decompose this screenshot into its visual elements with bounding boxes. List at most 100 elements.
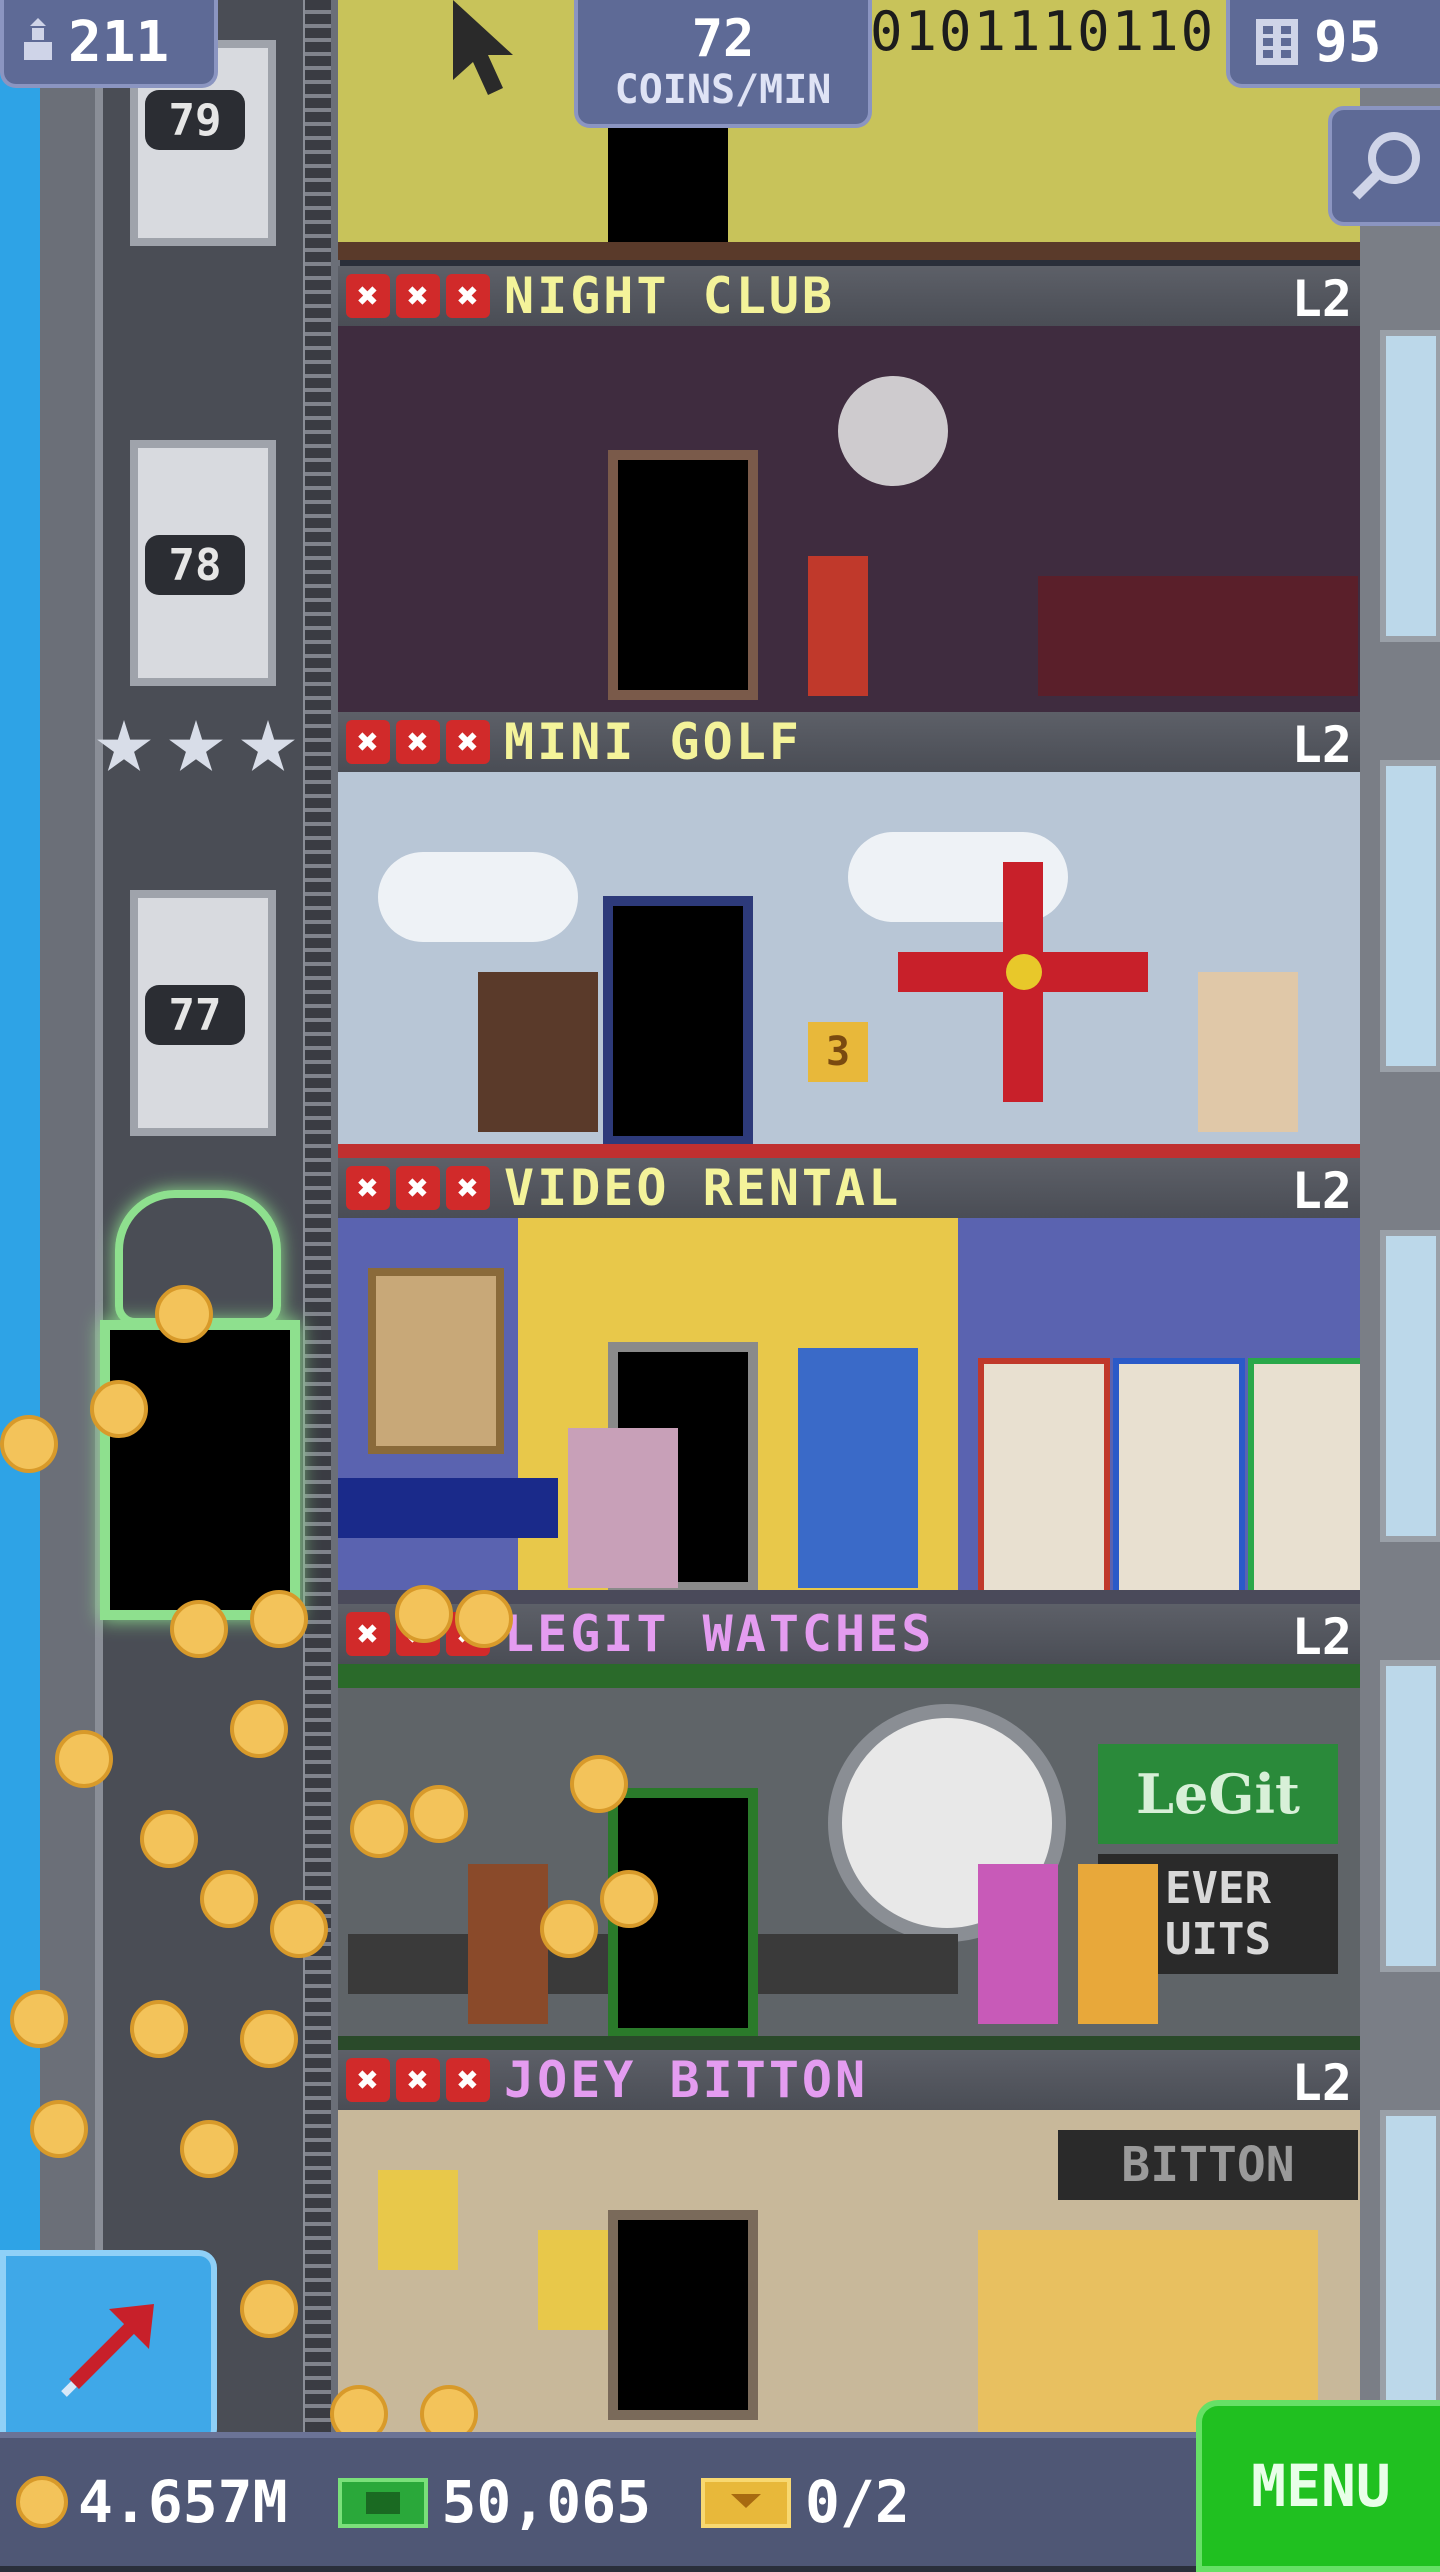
bitizen[interactable]	[478, 972, 598, 1132]
menu-button[interactable]: MENU	[1196, 2400, 1440, 2572]
door	[608, 450, 758, 700]
floor-header[interactable]: ✖ ✖ ✖ VIDEO RENTAL L2	[338, 1158, 1360, 1220]
bux-display[interactable]: 50,065	[337, 2468, 652, 2536]
window	[1380, 330, 1440, 642]
x-mark-icon: ✖	[446, 1612, 490, 1656]
stock-marks: ✖ ✖ ✖	[346, 2058, 490, 2102]
bux-value: 50,065	[441, 2468, 652, 2536]
window	[1380, 1660, 1440, 1972]
x-mark-icon: ✖	[396, 2058, 440, 2102]
legit-sign: LeGit	[1098, 1744, 1338, 1844]
floor-name: VIDEO RENTAL	[504, 1159, 902, 1217]
bitizen[interactable]	[808, 556, 868, 696]
x-mark-icon: ✖	[446, 2058, 490, 2102]
room-interior[interactable]: BITTON	[338, 2110, 1360, 2432]
floor-level: L2	[1291, 1608, 1352, 1666]
room-floor	[338, 242, 1360, 260]
coins-display[interactable]: 4.657M	[14, 2468, 288, 2536]
x-mark-icon: ✖	[346, 1166, 390, 1210]
coin-icon	[16, 2476, 68, 2528]
floor-night-club[interactable]: ✖ ✖ ✖ NIGHT CLUB L2	[338, 266, 1360, 712]
room-interior[interactable]: 3	[338, 772, 1360, 1158]
stock-marks: ✖ ✖ ✖	[346, 1166, 490, 1210]
room-floor	[338, 2036, 1360, 2050]
person-arrow-icon	[24, 18, 52, 60]
floor-level: L2	[1291, 270, 1352, 328]
x-mark-icon: ✖	[446, 1166, 490, 1210]
magnifier-icon	[1352, 132, 1420, 200]
arrow-up-right-icon	[60, 2303, 154, 2397]
room-floor	[338, 1590, 1360, 1604]
floor-legit-watches[interactable]: ✖ ✖ ✖ LEGIT WATCHES L2 LeGit EVER UITS	[338, 1604, 1360, 2050]
door	[603, 896, 753, 1146]
bitton-sign: BITTON	[1058, 2130, 1358, 2200]
ticket-icon	[701, 2478, 792, 2528]
room-interior[interactable]: LeGit EVER UITS	[338, 1664, 1360, 2050]
stock-marks: ✖ ✖ ✖	[346, 1612, 490, 1656]
poster	[368, 1268, 504, 1454]
shelf	[978, 1358, 1110, 1600]
room-interior[interactable]	[338, 326, 1360, 712]
bitizen[interactable]	[1198, 972, 1298, 1132]
green-trim	[338, 1664, 1360, 1688]
floor-name: LEGIT WATCHES	[504, 1605, 935, 1663]
binary-display: 0101110110	[870, 0, 1216, 63]
door	[608, 110, 728, 260]
elevator-floor-number: 79	[145, 90, 245, 150]
stock-marks: ✖ ✖ ✖	[346, 274, 490, 318]
floor-name: NIGHT CLUB	[504, 267, 836, 325]
picture-frame	[538, 2230, 618, 2330]
x-mark-icon: ✖	[346, 1612, 390, 1656]
x-mark-icon: ✖	[396, 274, 440, 318]
neon-elevator-ornament	[115, 1190, 281, 1326]
room-interior[interactable]	[338, 1218, 1360, 1604]
elevator-floor-number: 78	[145, 535, 245, 595]
floor-video-rental[interactable]: ✖ ✖ ✖ VIDEO RENTAL L2	[338, 1158, 1360, 1604]
neon-elevator-car[interactable]	[100, 1320, 300, 1620]
x-mark-icon: ✖	[346, 720, 390, 764]
building-icon	[1256, 19, 1298, 65]
floor-header[interactable]: ✖ ✖ ✖ MINI GOLF L2	[338, 712, 1360, 774]
floors-value: 95	[1314, 9, 1382, 75]
bitizen[interactable]	[568, 1428, 678, 1588]
bux-bill-icon	[337, 2478, 428, 2528]
window	[1380, 2110, 1440, 2422]
floor-name: JOEY BITTON	[504, 2051, 869, 2109]
coins-rate-value: 72	[691, 9, 755, 69]
bitizen[interactable]	[1078, 1864, 1158, 2024]
population-value: 211	[68, 9, 170, 75]
elevator-rail	[305, 0, 331, 2440]
arcade-machine	[798, 1348, 918, 1588]
bitizen[interactable]	[978, 1864, 1058, 2024]
cloud	[378, 852, 578, 942]
floor-header[interactable]: ✖ ✖ ✖ JOEY BITTON L2	[338, 2050, 1360, 2112]
floor-level: L2	[1291, 2054, 1352, 2112]
sofa	[1038, 576, 1358, 696]
floors-counter[interactable]: 95	[1226, 0, 1440, 88]
floor-header[interactable]: ✖ ✖ ✖ NIGHT CLUB L2	[338, 266, 1360, 328]
cursor-icon	[453, 0, 513, 95]
tickets-value: 0/2	[805, 2468, 910, 2536]
x-mark-icon: ✖	[346, 274, 390, 318]
x-mark-icon: ✖	[446, 274, 490, 318]
picture-frame	[378, 2170, 458, 2270]
search-button[interactable]	[1328, 106, 1440, 226]
floor-name: MINI GOLF	[504, 713, 802, 771]
shelf	[1113, 1358, 1245, 1600]
hole-sign: 3	[808, 1022, 868, 1082]
door	[608, 1788, 758, 2038]
floor-joey-bitton[interactable]: ✖ ✖ ✖ JOEY BITTON L2 BITTON	[338, 2050, 1360, 2432]
tickets-display[interactable]: 0/2	[701, 2468, 910, 2536]
x-mark-icon: ✖	[396, 1612, 440, 1656]
counter	[338, 1478, 558, 1538]
population-counter[interactable]: 211	[0, 0, 218, 88]
floor-header[interactable]: ✖ ✖ ✖ LEGIT WATCHES L2	[338, 1604, 1360, 1666]
floor-level: L2	[1291, 716, 1352, 774]
travel-button[interactable]	[0, 2250, 217, 2447]
x-mark-icon: ✖	[346, 2058, 390, 2102]
bitizen[interactable]	[468, 1864, 548, 2024]
x-mark-icon: ✖	[446, 720, 490, 764]
shelf	[1248, 1358, 1360, 1600]
display-case	[758, 1934, 958, 1994]
floor-mini-golf[interactable]: ✖ ✖ ✖ MINI GOLF L2 3	[338, 712, 1360, 1158]
